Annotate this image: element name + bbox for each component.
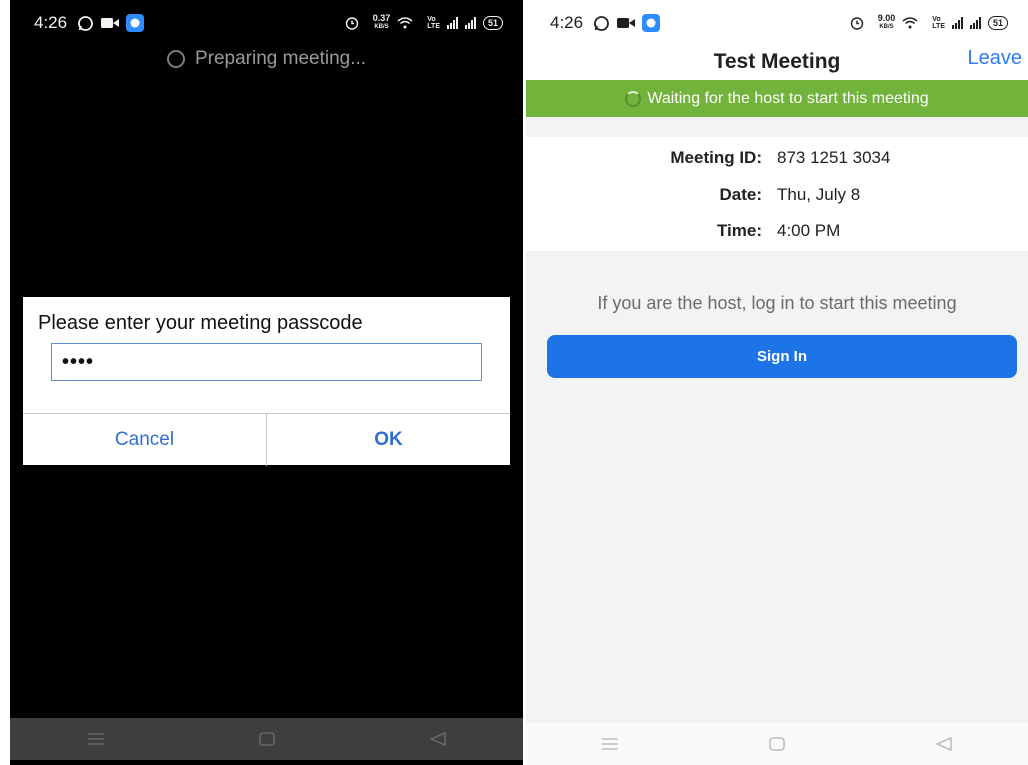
loading-spinner-icon xyxy=(166,50,185,68)
preparing-text: Preparing meeting... xyxy=(194,48,367,69)
back-icon[interactable] xyxy=(924,729,964,759)
network-speed-value: 0.37 xyxy=(372,13,391,23)
meeting-id-row: Meeting ID: 873 1251 3034 xyxy=(526,148,1028,172)
meeting-time-label: Time: xyxy=(716,221,762,240)
signal-icon xyxy=(446,17,458,29)
status-bar: 4:26 0.37 KB/S Vo LTE 51 xyxy=(10,0,523,46)
wifi-icon xyxy=(902,17,918,29)
wifi-icon xyxy=(397,17,413,29)
status-icons-right: 9.00 KB/S Vo LTE 51 xyxy=(850,0,1008,46)
signal-icon xyxy=(464,17,476,29)
meeting-title: Test Meeting xyxy=(713,50,841,73)
alarm-icon xyxy=(850,16,864,30)
status-time: 4:26 xyxy=(34,13,68,32)
host-hint-text: If you are the host, log in to start thi… xyxy=(597,293,957,313)
menu-icon[interactable] xyxy=(590,729,630,759)
network-speed-unit: KB/S xyxy=(879,24,894,30)
meeting-date-value: Thu, July 8 xyxy=(777,185,861,204)
passcode-input[interactable]: •••• xyxy=(51,343,482,381)
dialog-title: Please enter your meeting passcode xyxy=(38,312,363,334)
volte-indicator: Vo LTE xyxy=(932,16,945,30)
network-speed: 0.37 KB/S xyxy=(373,14,391,32)
video-camera-icon xyxy=(101,17,120,29)
battery-icon: 51 xyxy=(482,16,503,30)
whatsapp-icon xyxy=(593,15,610,32)
status-icons-right: 0.37 KB/S Vo LTE 51 xyxy=(345,0,503,46)
volte-top: Vo xyxy=(427,16,436,23)
section-divider xyxy=(526,117,1028,137)
network-speed-value: 9.00 xyxy=(877,13,896,23)
signal-icon xyxy=(951,17,963,29)
volte-top: Vo xyxy=(932,16,941,23)
screenshot-composite: 4:26 0.37 KB/S Vo LTE 51 Preparing meeti… xyxy=(0,0,1028,765)
meeting-time-value: 4:00 PM xyxy=(777,221,841,240)
dialog-button-bar: Cancel OK xyxy=(23,413,510,466)
loading-spinner-icon xyxy=(625,90,642,107)
phone-screen-waiting-room: 4:26 9.00 KB/S Vo LTE 51 Test Meeting Le… xyxy=(526,0,1028,765)
network-speed-unit: KB/S xyxy=(374,24,389,30)
status-bar: 4:26 9.00 KB/S Vo LTE 51 xyxy=(526,0,1028,46)
sign-in-button[interactable]: Sign In xyxy=(547,335,1017,378)
network-speed: 9.00 KB/S xyxy=(878,14,896,32)
meeting-header: Test Meeting Leave xyxy=(526,46,1028,78)
meeting-time-row: Time: 4:00 PM xyxy=(526,221,1028,245)
home-icon[interactable] xyxy=(247,724,287,754)
waiting-banner-text: Waiting for the host to start this meeti… xyxy=(647,89,929,107)
meeting-id-value: 873 1251 3034 xyxy=(777,148,891,167)
passcode-dialog: Please enter your meeting passcode •••• … xyxy=(23,297,510,466)
home-icon[interactable] xyxy=(757,729,797,759)
video-camera-icon xyxy=(617,17,636,29)
volte-bottom: LTE xyxy=(427,23,440,30)
alarm-icon xyxy=(345,16,359,30)
whatsapp-icon xyxy=(77,15,94,32)
app-notification-icon xyxy=(642,14,661,32)
host-login-area: If you are the host, log in to start thi… xyxy=(526,251,1028,723)
signal-icon xyxy=(969,17,981,29)
preparing-status: Preparing meeting... xyxy=(10,48,523,70)
navigation-bar xyxy=(10,718,523,760)
ok-button[interactable]: OK xyxy=(267,414,510,466)
navigation-bar xyxy=(526,723,1028,765)
meeting-date-row: Date: Thu, July 8 xyxy=(526,185,1028,209)
meeting-info-panel: Meeting ID: 873 1251 3034 Date: Thu, Jul… xyxy=(526,137,1028,251)
volte-indicator: Vo LTE xyxy=(427,16,440,30)
waiting-banner: Waiting for the host to start this meeti… xyxy=(526,80,1028,117)
volte-bottom: LTE xyxy=(932,23,945,30)
leave-button[interactable]: Leave xyxy=(968,47,1023,70)
back-icon[interactable] xyxy=(418,724,458,754)
phone-screen-passcode: 4:26 0.37 KB/S Vo LTE 51 Preparing meeti… xyxy=(10,0,523,765)
battery-icon: 51 xyxy=(987,16,1008,30)
cancel-button[interactable]: Cancel xyxy=(23,414,267,466)
app-notification-icon xyxy=(126,14,145,32)
menu-icon[interactable] xyxy=(76,724,116,754)
status-time: 4:26 xyxy=(550,13,584,32)
meeting-id-label: Meeting ID: xyxy=(670,148,762,167)
meeting-date-label: Date: xyxy=(719,185,762,204)
